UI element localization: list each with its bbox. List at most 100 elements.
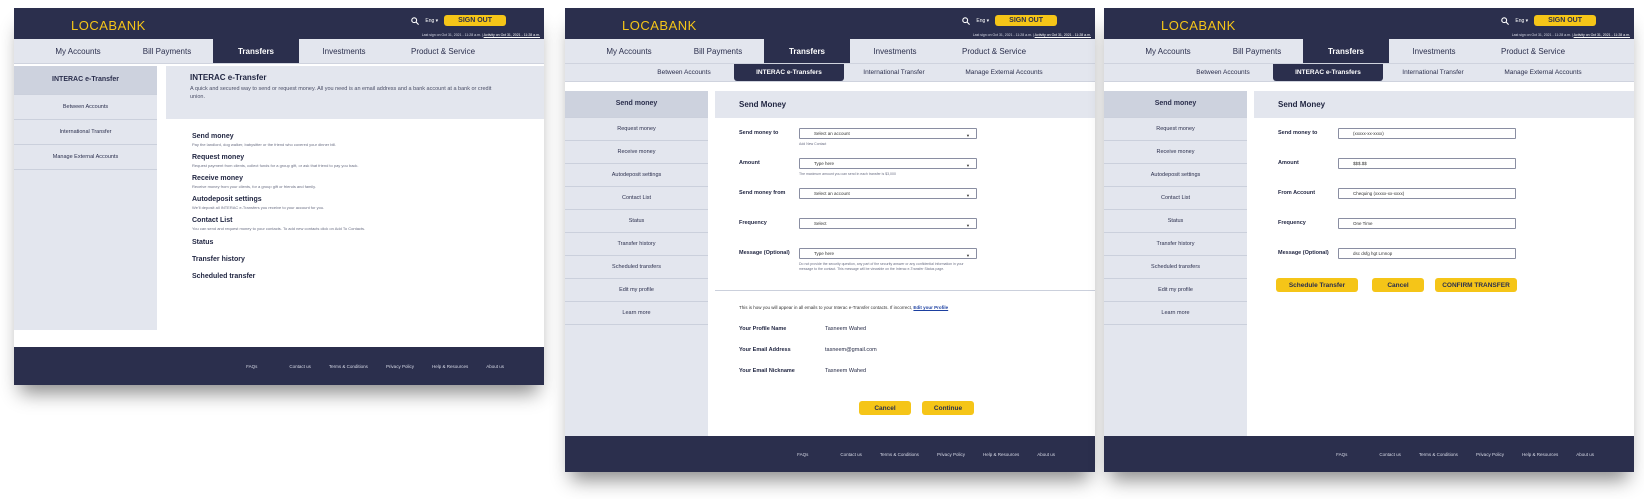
activity-link[interactable]: Activity on Oct 31, 2021 - 11:28 a.m.: [484, 33, 540, 37]
sidebar-item-scheduled[interactable]: Scheduled transfers: [565, 256, 708, 279]
sidebar-item-external[interactable]: Manage External Accounts: [14, 145, 157, 170]
activity-link[interactable]: Activity on Oct 31, 2021 - 11:28 a.m.: [1035, 33, 1091, 37]
footer-privacy[interactable]: Privacy Policy: [1476, 452, 1504, 457]
nav-product-service[interactable]: Product & Service: [940, 39, 1048, 63]
cancel-button[interactable]: Cancel: [1372, 278, 1424, 292]
feature-send-money[interactable]: Send money Pay the landlord, dog walker, …: [192, 133, 522, 147]
subnav-international[interactable]: International Transfer: [1383, 64, 1483, 81]
search-icon[interactable]: [1501, 16, 1510, 25]
feature-receive-money[interactable]: Receive money Receive money from your cli…: [192, 175, 522, 189]
footer-about[interactable]: About us: [486, 364, 504, 369]
footer-about[interactable]: About us: [1037, 452, 1055, 457]
nav-my-accounts[interactable]: My Accounts: [586, 39, 672, 63]
feature-title[interactable]: Transfer history: [192, 256, 522, 263]
sidebar-item-transfer-history[interactable]: Transfer history: [565, 233, 708, 256]
feature-title[interactable]: Receive money: [192, 175, 522, 182]
sign-out-button[interactable]: SIGN OUT: [995, 15, 1057, 26]
nav-bill-payments[interactable]: Bill Payments: [121, 39, 213, 63]
nav-investments[interactable]: Investments: [299, 39, 389, 63]
activity-link[interactable]: Activity on Oct 31, 2021 - 11:28 a.m.: [1574, 33, 1630, 37]
nav-my-accounts[interactable]: My Accounts: [35, 39, 121, 63]
language-select[interactable]: Eng ▾: [976, 18, 989, 24]
nav-product-service[interactable]: Product & Service: [1479, 39, 1587, 63]
sidebar-item-send-money[interactable]: Send money: [1104, 91, 1247, 118]
footer-help[interactable]: Help & Resources: [983, 452, 1019, 457]
brand-logo[interactable]: LOCABANK: [71, 18, 146, 33]
subnav-external[interactable]: Manage External Accounts: [944, 64, 1064, 81]
from-account-field[interactable]: Chequing (xxxxx-xx-xxxx): [1338, 188, 1516, 199]
feature-title[interactable]: Autodeposit settings: [192, 196, 522, 203]
brand-logo[interactable]: LOCABANK: [622, 18, 697, 33]
confirm-transfer-button[interactable]: CONFIRM TRANSFER: [1435, 278, 1517, 292]
sign-out-button[interactable]: SIGN OUT: [444, 15, 506, 26]
brand-logo[interactable]: LOCABANK: [1161, 18, 1236, 33]
sidebar-item-contact-list[interactable]: Contact List: [1104, 187, 1247, 210]
footer-faqs[interactable]: FAQs: [1336, 452, 1347, 457]
feature-status[interactable]: Status: [192, 239, 522, 246]
nav-product-service[interactable]: Product & Service: [389, 39, 497, 63]
nav-bill-payments[interactable]: Bill Payments: [672, 39, 764, 63]
send-to-select[interactable]: Select an account ▼: [799, 128, 977, 139]
sidebar-item-contact-list[interactable]: Contact List: [565, 187, 708, 210]
language-select[interactable]: Eng ▾: [425, 18, 438, 24]
footer-contact[interactable]: Contact us: [840, 452, 862, 457]
send-from-select[interactable]: Select an account ▼: [799, 188, 977, 199]
footer-about[interactable]: About us: [1576, 452, 1594, 457]
sidebar-item-receive-money[interactable]: Receive money: [1104, 141, 1247, 164]
footer-privacy[interactable]: Privacy Policy: [386, 364, 414, 369]
nav-transfers[interactable]: Transfers: [213, 39, 299, 63]
footer-help[interactable]: Help & Resources: [1522, 452, 1558, 457]
amount-input[interactable]: Type here ▼: [799, 158, 977, 169]
footer-terms[interactable]: Terms & Conditions: [1419, 452, 1458, 457]
sidebar-item-request-money[interactable]: Request money: [565, 118, 708, 141]
footer-terms[interactable]: Terms & Conditions: [329, 364, 368, 369]
search-icon[interactable]: [411, 16, 420, 25]
sidebar-item-edit-profile[interactable]: Edit my profile: [1104, 279, 1247, 302]
subnav-international[interactable]: International Transfer: [844, 64, 944, 81]
add-new-contact-link[interactable]: Add New Contact: [799, 142, 977, 147]
sidebar-item-edit-profile[interactable]: Edit my profile: [565, 279, 708, 302]
footer-privacy[interactable]: Privacy Policy: [937, 452, 965, 457]
subnav-between-accounts[interactable]: Between Accounts: [634, 64, 734, 81]
sidebar-item-request-money[interactable]: Request money: [1104, 118, 1247, 141]
feature-title[interactable]: Status: [192, 239, 522, 246]
continue-button[interactable]: Continue: [922, 401, 974, 415]
sidebar-item-learn-more[interactable]: Learn more: [1104, 302, 1247, 325]
feature-autodeposit[interactable]: Autodeposit settings We'll deposit all IN…: [192, 196, 522, 210]
message-field[interactable]: dsc dsfg hgt Lmnop: [1338, 248, 1516, 259]
amount-field[interactable]: $$$.$$: [1338, 158, 1516, 169]
language-select[interactable]: Eng ▾: [1515, 18, 1528, 24]
nav-transfers[interactable]: Transfers: [764, 39, 850, 63]
search-icon[interactable]: [962, 16, 971, 25]
nav-bill-payments[interactable]: Bill Payments: [1211, 39, 1303, 63]
footer-help[interactable]: Help & Resources: [432, 364, 468, 369]
sidebar-item-interac[interactable]: INTERAC e-Transfer: [14, 66, 157, 95]
subnav-interac[interactable]: INTERAC e-Transfers: [1273, 64, 1383, 81]
footer-faqs[interactable]: FAQs: [797, 452, 808, 457]
sidebar-item-send-money[interactable]: Send money: [565, 91, 708, 118]
feature-scheduled-transfer[interactable]: Scheduled transfer: [192, 273, 522, 280]
subnav-interac[interactable]: INTERAC e-Transfers: [734, 64, 844, 81]
frequency-field[interactable]: One Time: [1338, 218, 1516, 229]
message-input[interactable]: Type here ▼: [799, 248, 977, 259]
feature-title[interactable]: Contact List: [192, 217, 522, 224]
footer-faqs[interactable]: FAQs: [246, 364, 257, 369]
nav-investments[interactable]: Investments: [1389, 39, 1479, 63]
footer-contact[interactable]: Contact us: [1379, 452, 1401, 457]
nav-transfers[interactable]: Transfers: [1303, 39, 1389, 63]
sidebar-item-international[interactable]: International Transfer: [14, 120, 157, 145]
footer-terms[interactable]: Terms & Conditions: [880, 452, 919, 457]
feature-contact-list[interactable]: Contact List You can send and request mon…: [192, 217, 522, 231]
sidebar-item-status[interactable]: Status: [565, 210, 708, 233]
footer-contact[interactable]: Contact us: [289, 364, 311, 369]
sidebar-item-scheduled[interactable]: Scheduled transfers: [1104, 256, 1247, 279]
nav-investments[interactable]: Investments: [850, 39, 940, 63]
sidebar-item-autodeposit[interactable]: Autodeposit settings: [1104, 164, 1247, 187]
feature-title[interactable]: Request money: [192, 154, 522, 161]
sidebar-item-between-accounts[interactable]: Between Accounts: [14, 95, 157, 120]
schedule-transfer-button[interactable]: Schedule Transfer: [1276, 278, 1358, 292]
subnav-external[interactable]: Manage External Accounts: [1483, 64, 1603, 81]
feature-title[interactable]: Send money: [192, 133, 522, 140]
cancel-button[interactable]: Cancel: [859, 401, 911, 415]
sidebar-item-receive-money[interactable]: Receive money: [565, 141, 708, 164]
